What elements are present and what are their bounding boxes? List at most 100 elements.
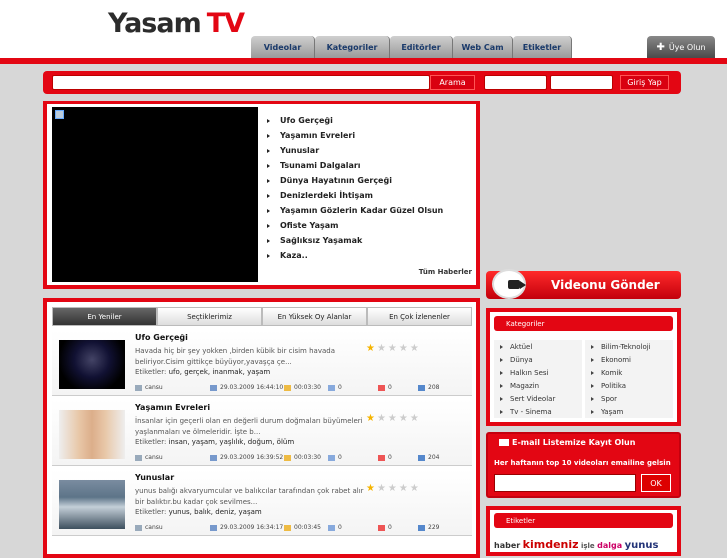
video-thumbnail[interactable] [59, 340, 125, 389]
newsletter-ok-button[interactable]: OK [641, 474, 671, 492]
playlist-item[interactable]: Denizlerdeki İhtişam [267, 188, 443, 203]
video-item[interactable]: Yunuslar yunus balığı akvaryumcular ve b… [52, 470, 472, 536]
video-duration: 00:03:45 [284, 523, 321, 532]
tab-en-yuksek-oy[interactable]: En Yüksek Oy Alanlar [262, 307, 367, 326]
category-item[interactable]: Magazin [494, 379, 582, 392]
playlist-item[interactable]: Yaşamın Gözlerin Kadar Güzel Olsun [267, 203, 443, 218]
category-item[interactable]: Komik [585, 366, 673, 379]
tab-en-cok-izlenen[interactable]: En Çok İzlenenler [367, 307, 472, 326]
nav-etiketler[interactable]: Etiketler [513, 36, 572, 58]
playlist-item[interactable]: Yunuslar [267, 143, 443, 158]
category-item[interactable]: Dünya [494, 353, 582, 366]
video-description: Havada hiç bir şey yokken ,birden kübik … [135, 347, 335, 366]
player-icon [55, 110, 64, 119]
featured-player: Ufo Gerçeği Yaşamın Evreleri Yunuslar Ts… [43, 101, 480, 289]
video-item[interactable]: Ufo Gerçeği Havada hiç bir şey yokken ,b… [52, 330, 472, 396]
site-logo[interactable]: Yasam TV [108, 8, 245, 39]
nav-videolar[interactable]: Videolar [251, 36, 315, 58]
calendar-icon [210, 524, 217, 531]
signup-button[interactable]: ✚ Üye Olun [647, 36, 715, 58]
newsletter-title: E-mail Listemize Kayıt Olun [512, 438, 636, 447]
all-news-link[interactable]: Tüm Haberler [419, 268, 472, 276]
tag-link[interactable]: haber [494, 541, 520, 550]
playlist-item[interactable]: Kaza.. [267, 248, 443, 263]
search-input[interactable] [52, 75, 430, 90]
tag-link[interactable]: yunus [625, 540, 659, 551]
category-item[interactable]: Sert Videolar [494, 392, 582, 405]
eye-icon [418, 384, 425, 391]
video-thumbnail[interactable] [59, 480, 125, 529]
clock-icon [284, 384, 291, 391]
user-icon [135, 524, 142, 531]
category-item[interactable]: Yaşam [585, 405, 673, 418]
tag-link[interactable]: işle [581, 542, 595, 550]
newsletter-email-field[interactable] [494, 474, 636, 492]
video-thumbnail[interactable] [59, 410, 125, 459]
playlist: Ufo Gerçeği Yaşamın Evreleri Yunuslar Ts… [267, 113, 443, 263]
video-date: 29.03.2009 16:39:52 [210, 453, 283, 462]
video-views: 229 [418, 523, 439, 532]
envelope-icon [499, 439, 509, 446]
video-views: 204 [418, 453, 439, 462]
video-views: 208 [418, 383, 439, 392]
category-item[interactable]: Ekonomi [585, 353, 673, 366]
eye-icon [418, 524, 425, 531]
video-description: İnsanlar için geçerli olan en değerli du… [135, 417, 363, 436]
video-comments: 0 [328, 523, 342, 532]
playlist-item[interactable]: Ufo Gerçeği [267, 113, 443, 128]
tags-title: Etiketler [494, 513, 673, 528]
header-divider [0, 58, 727, 64]
heart-icon [378, 524, 385, 531]
playlist-item[interactable]: Sağlıksız Yaşamak [267, 233, 443, 248]
clock-icon [284, 454, 291, 461]
calendar-icon [210, 454, 217, 461]
category-item[interactable]: Aktüel [494, 340, 582, 353]
username-field[interactable] [484, 75, 547, 90]
user-icon [135, 384, 142, 391]
video-item[interactable]: Yaşamın Evreleri İnsanlar için geçerli o… [52, 400, 472, 466]
rating-stars[interactable]: ★★★★★ [366, 413, 421, 424]
tab-en-yeniler[interactable]: En Yeniler [52, 307, 157, 326]
video-player[interactable] [52, 107, 258, 282]
video-votes: 0 [378, 383, 392, 392]
video-duration: 00:03:30 [284, 383, 321, 392]
tab-sectiklerimiz[interactable]: Seçtiklerimiz [157, 307, 262, 326]
newsletter-box: E-mail Listemize Kayıt Olun Her haftanın… [486, 432, 681, 498]
video-tags: Etiketler: yunus, balık, deniz, yaşam [135, 508, 262, 516]
nav-webcam[interactable]: Web Cam [453, 36, 513, 58]
comment-icon [328, 524, 335, 531]
video-user[interactable]: cansu [135, 523, 163, 532]
video-tags: Etiketler: insan, yaşam, yaşlılık, doğum… [135, 438, 295, 446]
category-item[interactable]: Bilim-Teknoloji [585, 340, 673, 353]
rating-stars[interactable]: ★★★★★ [366, 483, 421, 494]
video-date: 29.03.2009 16:34:17 [210, 523, 283, 532]
category-item[interactable]: Halkın Sesi [494, 366, 582, 379]
password-field[interactable] [550, 75, 613, 90]
video-tabs: En Yeniler Seçtiklerimiz En Yüksek Oy Al… [52, 307, 472, 326]
tags-panel: Etiketler haber kimdeniz işle dalga yunu… [486, 506, 681, 556]
search-button[interactable]: Arama [430, 75, 475, 90]
category-item[interactable]: Spor [585, 392, 673, 405]
category-item[interactable]: Politika [585, 379, 673, 392]
categories-panel: Kategoriler Aktüel Bilim-Teknoloji Dünya… [486, 308, 681, 426]
video-user[interactable]: cansu [135, 383, 163, 392]
rating-stars[interactable]: ★★★★★ [366, 343, 421, 354]
playlist-item[interactable]: Ofiste Yaşam [267, 218, 443, 233]
video-user[interactable]: cansu [135, 453, 163, 462]
playlist-item[interactable]: Yaşamın Evreleri [267, 128, 443, 143]
send-video-button[interactable]: Videonu Gönder [486, 269, 681, 299]
main-nav: Videolar Kategoriler Editörler Web Cam E… [251, 36, 572, 58]
video-title[interactable]: Yaşamın Evreleri [135, 403, 210, 412]
nav-kategoriler[interactable]: Kategoriler [315, 36, 390, 58]
login-button[interactable]: Giriş Yap [620, 75, 669, 90]
category-item[interactable]: Tv - Sinema [494, 405, 582, 418]
nav-editorler[interactable]: Editörler [390, 36, 453, 58]
playlist-item[interactable]: Dünya Hayatının Gerçeği [267, 173, 443, 188]
video-title[interactable]: Yunuslar [135, 473, 174, 482]
video-comments: 0 [328, 453, 342, 462]
comment-icon [328, 384, 335, 391]
video-title[interactable]: Ufo Gerçeği [135, 333, 188, 342]
comment-icon [328, 454, 335, 461]
playlist-item[interactable]: Tsunami Dalgaları [267, 158, 443, 173]
tag-link[interactable]: dalga [597, 541, 622, 550]
